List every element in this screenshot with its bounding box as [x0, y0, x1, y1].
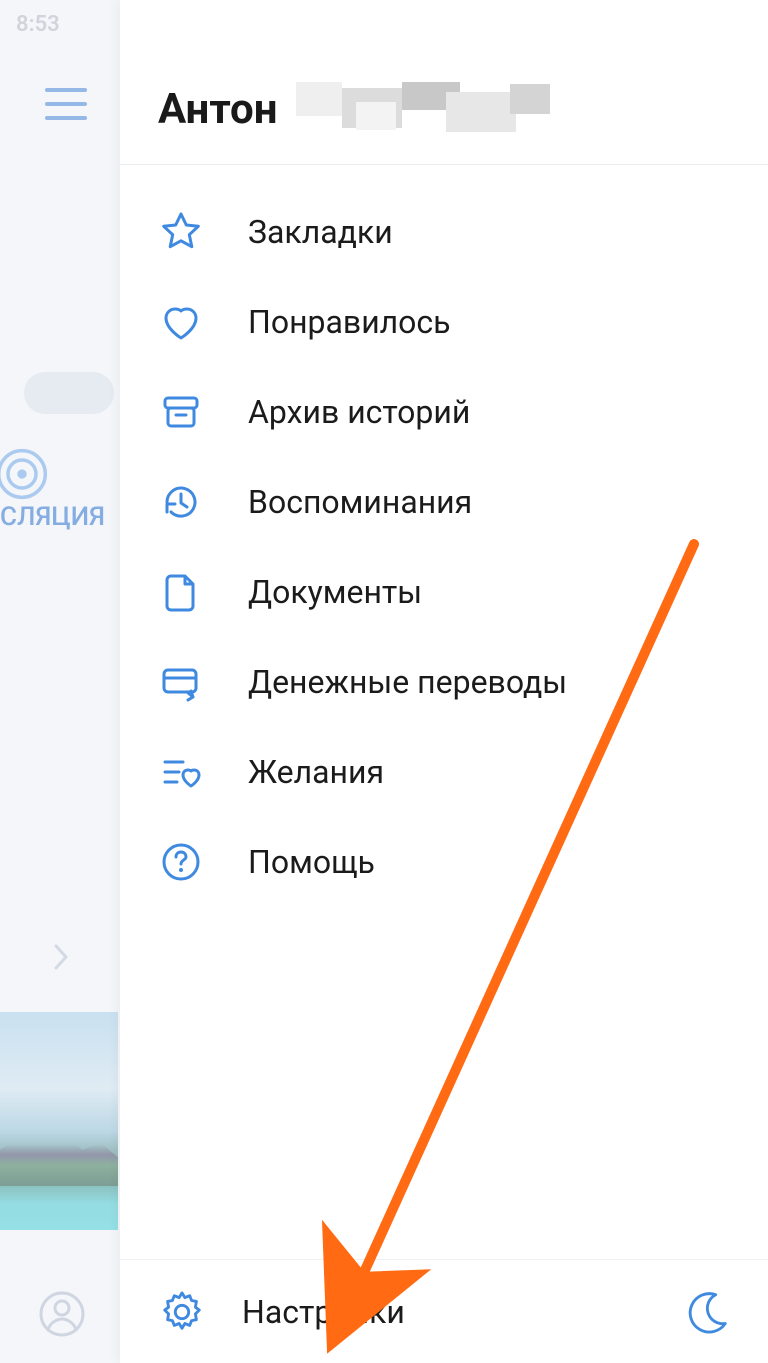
- document-icon: [158, 569, 204, 615]
- menu-label: Закладки: [248, 213, 393, 251]
- menu-item-money-transfers[interactable]: Денежные переводы: [144, 637, 768, 727]
- menu-label: Желания: [248, 753, 384, 791]
- profile-icon[interactable]: [38, 1290, 86, 1338]
- menu-panel: Антон Закладки Понравилось: [120, 0, 768, 1363]
- chevron-right-icon: [52, 942, 72, 972]
- menu-item-wishes[interactable]: Желания: [144, 727, 768, 817]
- history-icon: [158, 479, 204, 525]
- card-icon: [158, 659, 204, 705]
- menu-item-bookmarks[interactable]: Закладки: [144, 187, 768, 277]
- background-pill: [24, 372, 114, 414]
- moon-icon[interactable]: [684, 1288, 732, 1336]
- status-time: 8:53: [16, 12, 60, 37]
- broadcast-icon: [0, 446, 50, 502]
- archive-icon: [158, 389, 204, 435]
- menu-label: Документы: [248, 573, 422, 611]
- redacted-surname: [286, 82, 586, 136]
- menu-label: Архив историй: [248, 393, 470, 431]
- broadcast-label: СЛЯЦИЯ: [0, 502, 118, 532]
- menu-label: Помощь: [248, 843, 375, 881]
- gear-icon[interactable]: [158, 1288, 206, 1336]
- user-name: Антон: [158, 85, 278, 134]
- panel-footer: Настройки: [120, 1259, 768, 1363]
- hamburger-icon[interactable]: [45, 88, 87, 120]
- menu-item-stories-archive[interactable]: Архив историй: [144, 367, 768, 457]
- menu-item-liked[interactable]: Понравилось: [144, 277, 768, 367]
- panel-header: Антон: [120, 0, 768, 165]
- menu-item-documents[interactable]: Документы: [144, 547, 768, 637]
- background-photo: [0, 1012, 118, 1230]
- menu-item-help[interactable]: Помощь: [144, 817, 768, 907]
- background-column: 8:53 СЛЯЦИЯ: [0, 0, 120, 1363]
- menu-label: Понравилось: [248, 303, 451, 341]
- star-icon: [158, 209, 204, 255]
- menu-label: Воспоминания: [248, 483, 472, 521]
- settings-label[interactable]: Настройки: [242, 1293, 648, 1331]
- help-icon: [158, 839, 204, 885]
- menu-list: Закладки Понравилось Архив историй Воспо…: [120, 165, 768, 907]
- menu-item-memories[interactable]: Воспоминания: [144, 457, 768, 547]
- menu-label: Денежные переводы: [248, 663, 567, 701]
- heart-icon: [158, 299, 204, 345]
- wishlist-icon: [158, 749, 204, 795]
